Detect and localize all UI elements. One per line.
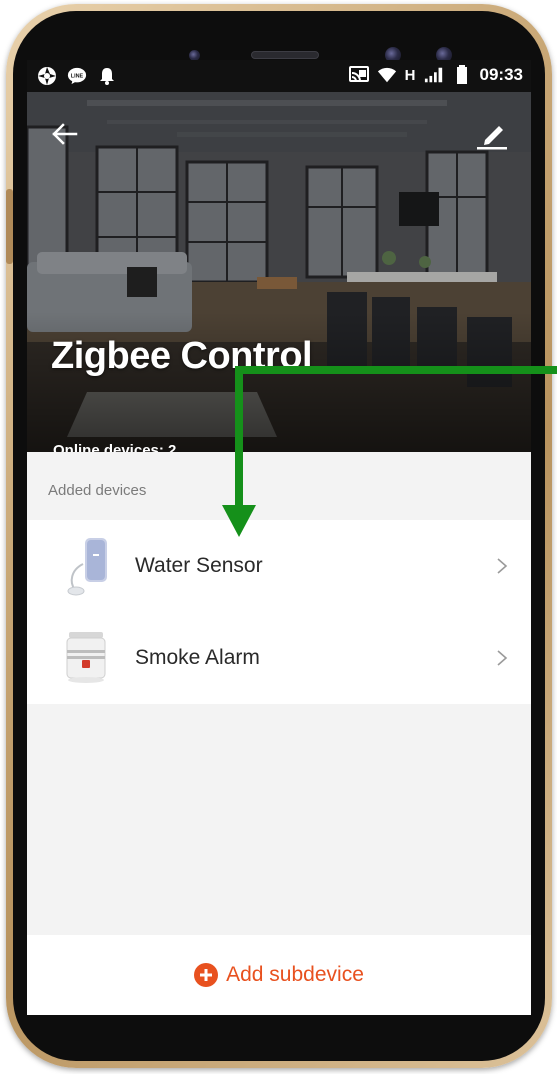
bottom-action-bar: Add subdevice bbox=[27, 935, 531, 1015]
back-arrow-icon bbox=[52, 123, 78, 145]
aperture-icon bbox=[37, 66, 57, 86]
bell-icon bbox=[97, 66, 117, 86]
room-background-image bbox=[27, 92, 531, 452]
back-button[interactable] bbox=[49, 118, 81, 150]
status-bar: LINE H 09:33 bbox=[27, 60, 531, 92]
chevron-right-icon bbox=[497, 558, 508, 574]
line-app-icon: LINE bbox=[67, 66, 87, 86]
speaker-grille bbox=[251, 51, 319, 59]
smoke-alarm-icon bbox=[66, 632, 106, 683]
list-item-label: Water Sensor bbox=[135, 554, 263, 577]
plus-circle-icon bbox=[194, 963, 219, 987]
device-list: Water Sensor Smoke Alarm bbox=[27, 520, 531, 704]
add-subdevice-button[interactable]: Add subdevice bbox=[194, 963, 364, 987]
network-type-label: H bbox=[404, 66, 416, 84]
battery-icon bbox=[452, 65, 472, 85]
svg-text:LINE: LINE bbox=[71, 73, 84, 79]
add-subdevice-label: Add subdevice bbox=[226, 963, 364, 986]
side-button bbox=[6, 189, 13, 264]
list-item-label: Smoke Alarm bbox=[135, 646, 260, 669]
online-devices-count: Online devices: 2 bbox=[53, 442, 177, 452]
edit-button[interactable] bbox=[475, 118, 509, 152]
list-item-water-sensor[interactable]: Water Sensor bbox=[27, 520, 531, 612]
signal-icon bbox=[424, 65, 444, 85]
wifi-icon bbox=[377, 65, 397, 85]
water-sensor-icon bbox=[67, 538, 107, 596]
page-title: Zigbee Control bbox=[51, 335, 313, 377]
app-screen: LINE H 09:33 Zigbee Control Online devic… bbox=[27, 60, 531, 1015]
list-item-smoke-alarm[interactable]: Smoke Alarm bbox=[27, 612, 531, 704]
cast-icon bbox=[348, 65, 369, 85]
section-header-added-devices: Added devices bbox=[48, 482, 147, 499]
edit-pencil-icon bbox=[477, 126, 507, 150]
chevron-right-icon bbox=[497, 650, 508, 666]
clock: 09:33 bbox=[479, 65, 523, 84]
room-header: Zigbee Control Online devices: 2 bbox=[27, 92, 531, 452]
